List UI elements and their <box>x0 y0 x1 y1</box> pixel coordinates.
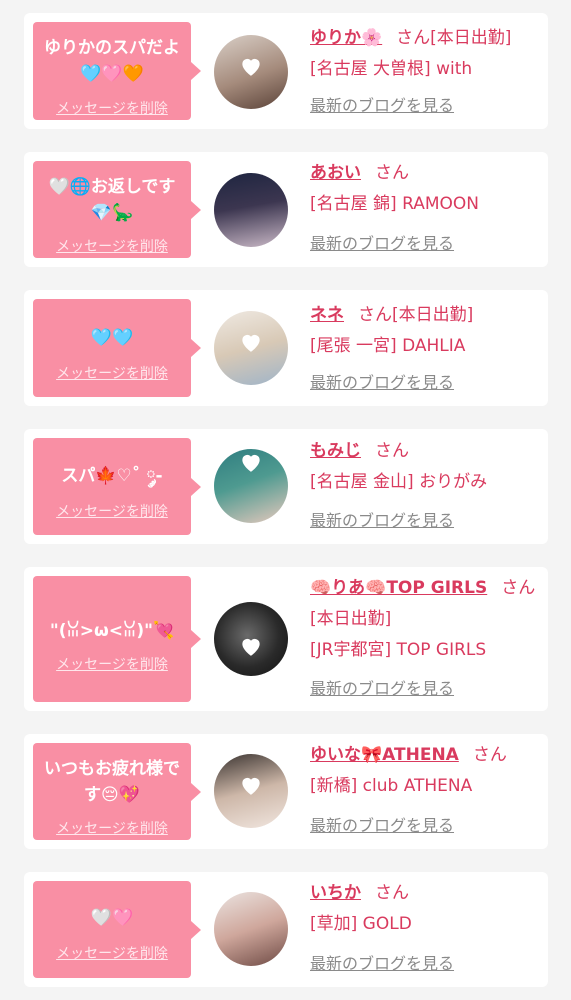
shop-text: [草加] GOLD <box>310 914 412 934</box>
girl-info: いちか さん [草加] GOLD <box>310 878 542 940</box>
message-bubble: 🩵🩵 メッセージを削除 <box>33 299 201 397</box>
honorific: さん <box>375 441 409 461</box>
status-badge: [本日出勤] <box>430 28 512 48</box>
message-card: 🩵🩵 メッセージを削除 ネネ さん[本日出勤] [尾張 一宮] DAHLIA 最新… <box>24 290 548 406</box>
latest-blog-link[interactable]: 最新のブログを見る <box>310 96 454 116</box>
message-card: ゆりかのスパだよ🩵🩷🧡 メッセージを削除 ゆりか🌸 さん[本日出勤] [名古屋 大… <box>24 13 548 129</box>
delete-message-link[interactable]: メッセージを削除 <box>33 820 191 838</box>
delete-message-link[interactable]: メッセージを削除 <box>33 945 191 963</box>
message-card: いつもお疲れ様です😔💖 メッセージを削除 ゆいな🎀ATHENA さん [新橋] c… <box>24 734 548 849</box>
shop-text: [名古屋 大曽根] with <box>310 59 473 79</box>
name-line: いちか さん <box>310 878 542 909</box>
shop-text: [JR宇都宮] TOP GIRLS <box>310 640 487 660</box>
avatar[interactable] <box>214 892 288 966</box>
heart-icon <box>242 59 260 76</box>
message-text: 🤍🩷 <box>90 908 134 928</box>
girl-info: ゆいな🎀ATHENA さん [新橋] club ATHENA <box>310 740 542 802</box>
delete-message-link[interactable]: メッセージを削除 <box>33 503 191 521</box>
message-bubble: 🤍🩷 メッセージを削除 <box>33 881 201 978</box>
status-badge: [本日出勤] <box>310 609 392 629</box>
message-bubble: ゆりかのスパだよ🩵🩷🧡 メッセージを削除 <box>33 22 201 120</box>
message-text: 🩵🩵 <box>90 328 134 348</box>
name-line: ゆりか🌸 さん[本日出勤] <box>310 23 542 54</box>
message-list: ゆりかのスパだよ🩵🩷🧡 メッセージを削除 ゆりか🌸 さん[本日出勤] [名古屋 大… <box>0 0 571 1000</box>
honorific: さん <box>375 163 409 183</box>
shop-text: [名古屋 錦] RAMOON <box>310 194 479 214</box>
name-line: ネネ さん[本日出勤] <box>310 300 542 331</box>
heart-icon <box>242 455 260 473</box>
latest-blog-link[interactable]: 最新のブログを見る <box>310 816 454 836</box>
avatar[interactable] <box>214 449 288 523</box>
delete-message-link[interactable]: メッセージを削除 <box>33 365 191 383</box>
message-text: いつもお疲れ様です😔💖 <box>44 759 180 805</box>
honorific: さん <box>501 578 536 598</box>
girl-name-link[interactable]: あおい <box>310 163 361 183</box>
message-text: スパ🍁♡˚ ༘- <box>61 466 163 486</box>
message-bubble: 🤍🌐お返しです💎🦕 メッセージを削除 <box>33 161 201 258</box>
message-card: "(ꈍ>ω<ꈍ)"💘 メッセージを削除 🧠りあ🧠TOP GIRLS さん [本日出勤… <box>24 567 548 711</box>
delete-message-link[interactable]: メッセージを削除 <box>33 656 191 674</box>
message-bubble: "(ꈍ>ω<ꈍ)"💘 メッセージを削除 <box>33 576 201 702</box>
honorific: さん <box>375 883 409 903</box>
message-text: 🤍🌐お返しです💎🦕 <box>48 177 176 223</box>
girl-name-link[interactable]: 🧠りあ🧠TOP GIRLS <box>310 578 487 598</box>
girl-info: 🧠りあ🧠TOP GIRLS さん [本日出勤] [JR宇都宮] TOP GIRLS <box>310 573 542 666</box>
status-badge: [本日出勤] <box>392 305 474 325</box>
latest-blog-link[interactable]: 最新のブログを見る <box>310 954 454 974</box>
girl-name-link[interactable]: もみじ <box>310 441 361 461</box>
heart-icon <box>242 778 260 795</box>
heart-icon <box>242 639 260 657</box>
message-card: スパ🍁♡˚ ༘- メッセージを削除 もみじ さん [名古屋 金山] おりがみ 最新… <box>24 429 548 544</box>
delete-message-link[interactable]: メッセージを削除 <box>33 100 191 118</box>
shop-text: [新橋] club ATHENA <box>310 776 473 796</box>
honorific: さん <box>472 745 507 765</box>
girl-name-link[interactable]: ゆりか🌸 <box>310 28 382 48</box>
girl-info: ネネ さん[本日出勤] [尾張 一宮] DAHLIA <box>310 300 542 362</box>
message-card: 🤍🩷 メッセージを削除 いちか さん [草加] GOLD 最新のブログを見る <box>24 872 548 987</box>
latest-blog-link[interactable]: 最新のブログを見る <box>310 679 454 699</box>
shop-text: [尾張 一宮] DAHLIA <box>310 336 466 356</box>
girl-name-link[interactable]: ゆいな🎀ATHENA <box>310 745 459 765</box>
avatar[interactable] <box>214 602 288 676</box>
girl-info: もみじ さん [名古屋 金山] おりがみ <box>310 436 542 498</box>
latest-blog-link[interactable]: 最新のブログを見る <box>310 234 454 254</box>
girl-info: あおい さん [名古屋 錦] RAMOON <box>310 158 542 220</box>
message-bubble: スパ🍁♡˚ ༘- メッセージを削除 <box>33 438 201 535</box>
message-bubble: いつもお疲れ様です😔💖 メッセージを削除 <box>33 743 201 840</box>
name-line: あおい さん <box>310 158 542 189</box>
message-text: ゆりかのスパだよ🩵🩷🧡 <box>44 38 180 84</box>
avatar[interactable] <box>214 173 288 247</box>
name-line: もみじ さん <box>310 436 542 467</box>
delete-message-link[interactable]: メッセージを削除 <box>33 238 191 256</box>
avatar[interactable] <box>214 754 288 828</box>
name-line: ゆいな🎀ATHENA さん <box>310 740 542 771</box>
girl-info: ゆりか🌸 さん[本日出勤] [名古屋 大曽根] with <box>310 23 542 85</box>
message-text: "(ꈍ>ω<ꈍ)"💘 <box>49 621 175 641</box>
shop-text: [名古屋 金山] おりがみ <box>310 472 488 492</box>
latest-blog-link[interactable]: 最新のブログを見る <box>310 373 454 393</box>
honorific: さん <box>396 28 431 48</box>
girl-name-link[interactable]: いちか <box>310 883 361 903</box>
girl-name-link[interactable]: ネネ <box>310 305 344 325</box>
name-line: 🧠りあ🧠TOP GIRLS さん [本日出勤] <box>310 573 542 635</box>
avatar[interactable] <box>214 35 288 109</box>
message-card: 🤍🌐お返しです💎🦕 メッセージを削除 あおい さん [名古屋 錦] RAMOON … <box>24 152 548 267</box>
latest-blog-link[interactable]: 最新のブログを見る <box>310 511 454 531</box>
honorific: さん <box>358 305 392 325</box>
heart-icon <box>242 335 260 352</box>
avatar[interactable] <box>214 311 288 385</box>
